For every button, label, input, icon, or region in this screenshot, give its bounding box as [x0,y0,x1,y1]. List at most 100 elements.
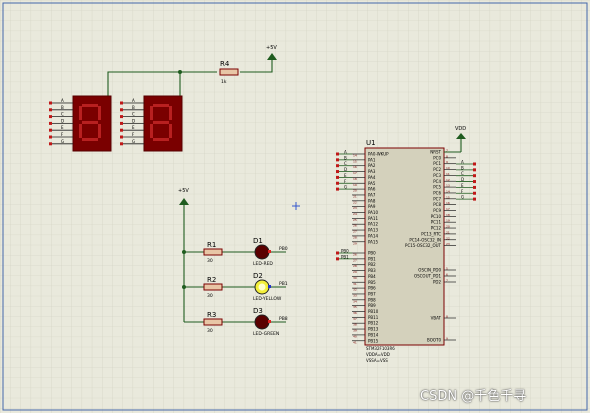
segment [82,121,98,124]
net-label: B [344,155,347,160]
mcu-pin-label: PA6 [368,187,376,192]
net-label: A [461,160,464,165]
mcu-pin-number: 25 [353,218,357,222]
pin-marker [49,128,52,132]
net-label: B [461,165,464,170]
r4-value: 1k [221,79,227,85]
mcu-pin-label: PA14 [368,233,378,238]
mcu-pin-label: NRST [430,150,441,155]
net-marker [336,170,339,174]
seg-pin-label: A [61,98,64,103]
mcu-pin-label: PB10 [368,309,379,314]
mcu-pin-number: 32 [353,288,357,292]
r2-ref: R2 [207,276,216,284]
segment [82,104,98,107]
mcu-pin-label: PC11 [431,220,442,225]
segment [153,104,169,107]
net-label: D [461,177,464,182]
mcu-pin-number: 27 [353,258,357,262]
probe-indicator-blue [268,285,271,288]
segment [79,124,82,138]
mcu-pin-number: 19 [446,219,450,223]
pin-marker [120,115,123,119]
mcu-pin-number: 28 [353,264,357,268]
mcu-pin-label: PD2 [433,280,441,285]
segment [169,106,172,120]
mcu-pin-number: 26 [353,253,357,257]
power-mid-label: +5V [178,188,189,194]
pin-marker [49,108,52,112]
net-marker [473,191,476,195]
mcu-pin-label: PB4 [368,274,376,279]
mcu-pin-label: PA9 [368,204,376,209]
junction [182,285,186,289]
mcu-pin-number: 14 [446,189,450,193]
pin-marker [49,135,52,139]
r1-value: 30 [207,258,213,264]
net-marker [336,175,339,179]
mcu-pin-number: 21 [353,194,357,198]
segment [79,106,82,120]
net-label: PB1 [341,254,349,259]
seg-pin-label: C [132,112,135,117]
mcu-pin-label: PC15-OSC32_OUT [405,243,441,248]
mcu-pin-number: 16 [353,165,357,169]
mcu-name: STM32F103R6 [366,346,395,351]
led-d2-highlight [258,283,266,291]
mcu-pin-label: PC4 [433,179,441,184]
mcu-pin-label: PC8 [433,202,441,207]
net-marker [473,197,476,201]
mcu-pin-label: PC1 [433,161,441,166]
segment [153,121,169,124]
mcu-pin-number: 29 [353,270,357,274]
mcu-pin-number: 20 [353,189,357,193]
mcu-pin-label: PB13 [368,327,379,332]
mcu-pin-number: 19 [353,183,357,187]
mcu-pin-number: 9 [446,337,448,341]
segment [150,106,153,120]
mcu-pin-label: PC12 [431,226,442,231]
seven-segment-left[interactable] [72,95,112,152]
r1-ref: R1 [207,241,216,249]
mcu-pin-number: 37 [353,317,357,321]
mcu-pin-label: PC7 [433,196,441,201]
mcu-pin-label: PC2 [433,167,441,172]
seven-segment-right[interactable] [143,95,183,152]
mcu-pin-label: PC3 [433,173,441,178]
net-marker [336,257,339,261]
r4-ref: R4 [220,60,230,68]
segment [169,124,172,138]
segment [150,124,153,138]
mcu-pin-label: BOOT0 [427,338,441,343]
seg-pin-label: D [132,118,135,123]
pin-marker [49,101,52,105]
mcu-pin-number: 12 [446,178,450,182]
r2-value: 30 [207,293,213,299]
mcu-pin-number: 5 [446,267,448,271]
mcu-pin-number: 38 [353,323,357,327]
watermark: CSDN @千色千寻 [420,389,527,404]
probe-indicator-red [268,250,271,253]
mcu-pin-number: 30 [353,276,357,280]
net-marker [336,152,339,156]
d1-name: LED-RED [253,261,273,267]
net-label: A [344,150,347,155]
r3-value: 30 [207,328,213,334]
mcu-pin-label: PA4 [368,175,376,180]
mcu-pin-number: 8 [446,154,448,158]
mcu-pin-label: PC14-OSC32_IN [409,237,441,242]
mcu-pin-label: PC10 [431,214,442,219]
schematic-canvas[interactable]: +5V R4 1k ABCDEFG ABCDEFG +5V R1 30 R2 3… [0,0,590,413]
mcu-pin-number: 28 [353,235,357,239]
mcu-pin-number: 29 [353,241,357,245]
mcu-pin-number: 27 [353,230,357,234]
mcu-pin-number: 23 [446,242,450,246]
mcu-pin-label: PB0 [368,251,376,256]
mcu-pin-number: 21 [446,230,450,234]
mcu-pin-number: 11 [446,172,450,176]
mcu-pin-number: 7 [446,279,448,283]
pin-marker [120,108,123,112]
mcu-pin-label: PA8 [368,198,376,203]
mcu-pin-label: PC13_RTC [421,231,441,236]
mcu-pin-label: PB1 [368,256,376,261]
